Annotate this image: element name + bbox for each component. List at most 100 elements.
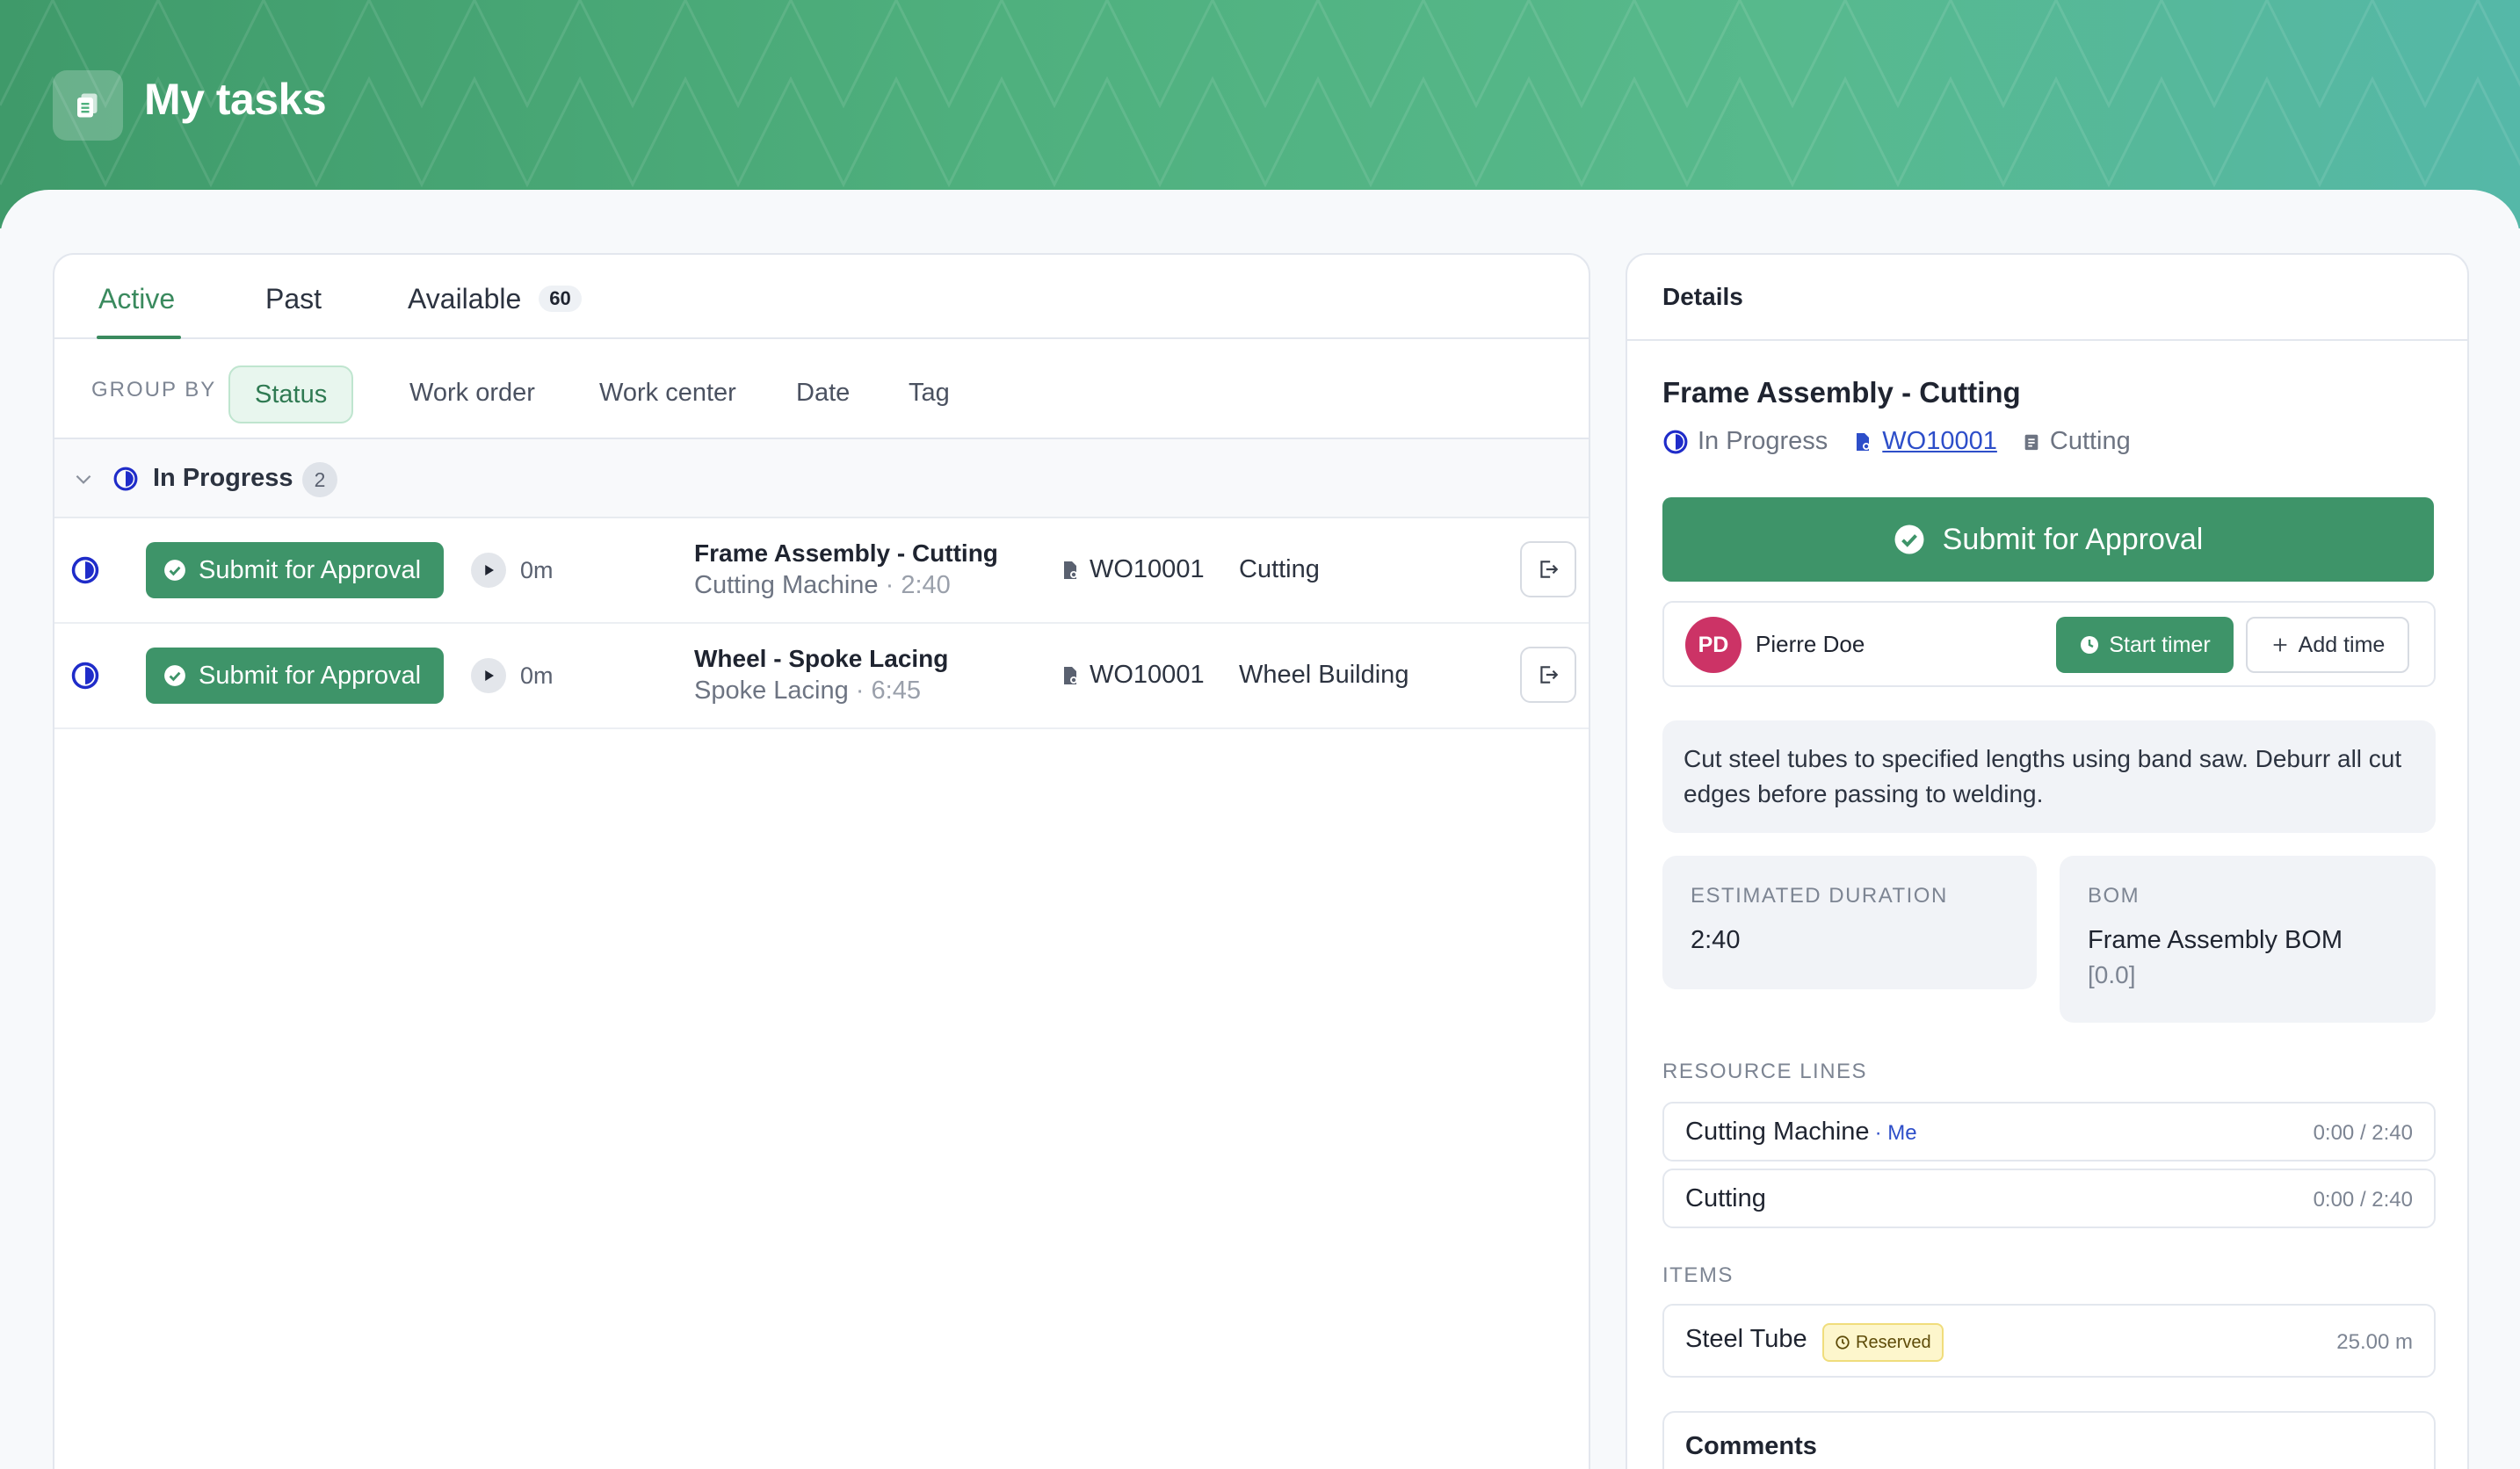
task-title: Frame Assembly - Cutting xyxy=(694,539,998,567)
plus-icon xyxy=(2273,638,2286,652)
submit-label: Submit for Approval xyxy=(199,555,422,584)
detail-status: In Progress xyxy=(1698,427,1828,455)
work-order-ref[interactable]: WO10001 xyxy=(1060,661,1205,690)
primary-action-label: Submit for Approval xyxy=(1942,522,2204,556)
resource-line-name: Cutting xyxy=(1685,1184,1766,1213)
clipboard-icon xyxy=(2024,434,2038,450)
in-progress-status-icon xyxy=(1663,430,1688,453)
group-by-status[interactable]: Status xyxy=(228,365,354,423)
resource-line[interactable]: Cutting Machine · Me 0:00 / 2:40 xyxy=(1662,1102,2436,1161)
task-time: 6:45 xyxy=(871,677,921,705)
item-name: Steel Tube xyxy=(1685,1325,1807,1353)
assignee-row: PD Pierre Doe Start timer Add time xyxy=(1662,601,2436,687)
reserved-label: Reserved xyxy=(1856,1332,1931,1352)
detail-work-center: Cutting xyxy=(2049,427,2131,455)
add-time-button[interactable]: Add time xyxy=(2246,617,2409,673)
group-by-bar: GROUP BY Status Work order Work center D… xyxy=(54,339,1589,439)
document-gear-icon xyxy=(1064,561,1077,579)
resource-line-name: Cutting Machine · Me xyxy=(1685,1118,1917,1147)
tab-active[interactable]: Active xyxy=(98,283,175,315)
chevron-down-icon[interactable] xyxy=(72,467,95,490)
resource-lines-label: RESOURCE LINES xyxy=(1662,1060,1868,1083)
task-row[interactable]: Submit for Approval 0m Frame Assembly - … xyxy=(54,518,1589,624)
check-circle-icon xyxy=(1894,525,1924,554)
submit-label: Submit for Approval xyxy=(199,661,422,690)
group-by-tag[interactable]: Tag xyxy=(884,365,974,423)
task-subtitle: Cutting Machine · 2:40 xyxy=(694,571,951,599)
open-task-button[interactable] xyxy=(1520,541,1576,597)
tab-bar: Active Past Available 60 xyxy=(54,255,1589,339)
group-by-work-center[interactable]: Work center xyxy=(575,365,761,423)
resource-assignee-tag: · Me xyxy=(1874,1121,1917,1145)
check-circle-icon xyxy=(164,665,185,686)
group-by-work-order[interactable]: Work order xyxy=(385,365,560,423)
submit-for-approval-button[interactable]: Submit for Approval xyxy=(146,648,445,704)
detail-title: Frame Assembly - Cutting xyxy=(1662,376,2021,409)
task-row[interactable]: Submit for Approval 0m Wheel - Spoke Lac… xyxy=(54,624,1589,729)
submit-for-approval-button[interactable]: Submit for Approval xyxy=(146,542,445,598)
work-order-ref[interactable]: WO10001 xyxy=(1060,555,1205,584)
tab-available[interactable]: Available 60 xyxy=(408,283,582,315)
page-title: My tasks xyxy=(144,75,327,124)
available-count-badge: 60 xyxy=(539,286,582,312)
submit-for-approval-primary-button[interactable]: Submit for Approval xyxy=(1662,497,2434,582)
detail-meta: In Progress WO10001 Cutting xyxy=(1662,427,2131,456)
in-progress-status-icon xyxy=(71,556,99,584)
resource-line[interactable]: Cutting 0:00 / 2:40 xyxy=(1662,1169,2436,1228)
play-icon[interactable] xyxy=(471,553,506,588)
details-header: Details xyxy=(1627,255,2467,341)
tab-available-label: Available xyxy=(408,283,522,315)
open-task-button[interactable] xyxy=(1520,647,1576,703)
items-label: ITEMS xyxy=(1662,1263,1734,1287)
resource-line-time: 0:00 / 2:40 xyxy=(2313,1188,2413,1212)
exit-icon xyxy=(1540,666,1559,684)
item-row[interactable]: Steel Tube Reserved 25.00 m xyxy=(1662,1304,2436,1378)
tab-past[interactable]: Past xyxy=(265,283,322,315)
document-gear-icon xyxy=(1857,432,1871,451)
group-by-label: GROUP BY xyxy=(91,378,217,402)
tasks-icon xyxy=(53,70,123,141)
in-progress-status-icon xyxy=(71,662,99,690)
tab-active-label: Active xyxy=(98,283,176,315)
assignee-name: Pierre Doe xyxy=(1756,631,1865,657)
clock-icon xyxy=(1836,1335,1850,1350)
elapsed-duration: 0m xyxy=(520,557,554,583)
play-icon[interactable] xyxy=(471,658,506,693)
tab-past-label: Past xyxy=(265,283,322,315)
task-resource: Cutting Machine xyxy=(694,571,879,599)
elapsed-duration: 0m xyxy=(520,662,554,689)
work-order-label: WO10001 xyxy=(1090,661,1205,689)
estimated-duration-value: 2:40 xyxy=(1691,926,1741,954)
details-panel: Details Frame Assembly - Cutting In Prog… xyxy=(1626,253,2469,1469)
check-circle-icon xyxy=(164,560,185,581)
exit-icon xyxy=(1540,561,1559,578)
item-quantity: 25.00 m xyxy=(2336,1330,2413,1354)
task-subtitle: Spoke Lacing · 6:45 xyxy=(694,677,921,705)
work-center: Cutting xyxy=(1239,555,1320,583)
group-label: In Progress xyxy=(153,464,293,492)
clock-icon xyxy=(2081,636,2099,654)
task-title: Wheel - Spoke Lacing xyxy=(694,645,949,672)
bom-card: BOM Frame Assembly BOM [0.0] xyxy=(2060,856,2436,1023)
details-heading: Details xyxy=(1662,283,1743,310)
document-gear-icon xyxy=(1064,666,1077,684)
work-order-label: WO10001 xyxy=(1090,555,1205,583)
work-center: Wheel Building xyxy=(1239,661,1409,689)
avatar: PD xyxy=(1685,617,1742,673)
work-order-link[interactable]: WO10001 xyxy=(1882,427,1997,456)
task-resource: Spoke Lacing xyxy=(694,677,849,705)
task-time: 2:40 xyxy=(901,571,951,599)
group-by-date[interactable]: Date xyxy=(771,365,874,423)
status-group-header[interactable]: In Progress 2 xyxy=(54,439,1589,518)
in-progress-status-icon xyxy=(113,467,138,491)
task-list-panel: Active Past Available 60 GROUP BY Status … xyxy=(53,253,1590,1469)
group-count-badge: 2 xyxy=(302,462,337,497)
bom-version: [0.0] xyxy=(2088,961,2136,988)
resource-line-time: 0:00 / 2:40 xyxy=(2313,1121,2413,1145)
start-timer-button[interactable]: Start timer xyxy=(2056,617,2234,673)
estimated-duration-card: ESTIMATED DURATION 2:40 xyxy=(1662,856,2037,989)
comments-section: Comments xyxy=(1662,1411,2436,1469)
resource-name: Cutting Machine xyxy=(1685,1118,1870,1146)
estimated-duration-label: ESTIMATED DURATION xyxy=(1691,884,1948,908)
add-time-label: Add time xyxy=(2298,632,2386,657)
